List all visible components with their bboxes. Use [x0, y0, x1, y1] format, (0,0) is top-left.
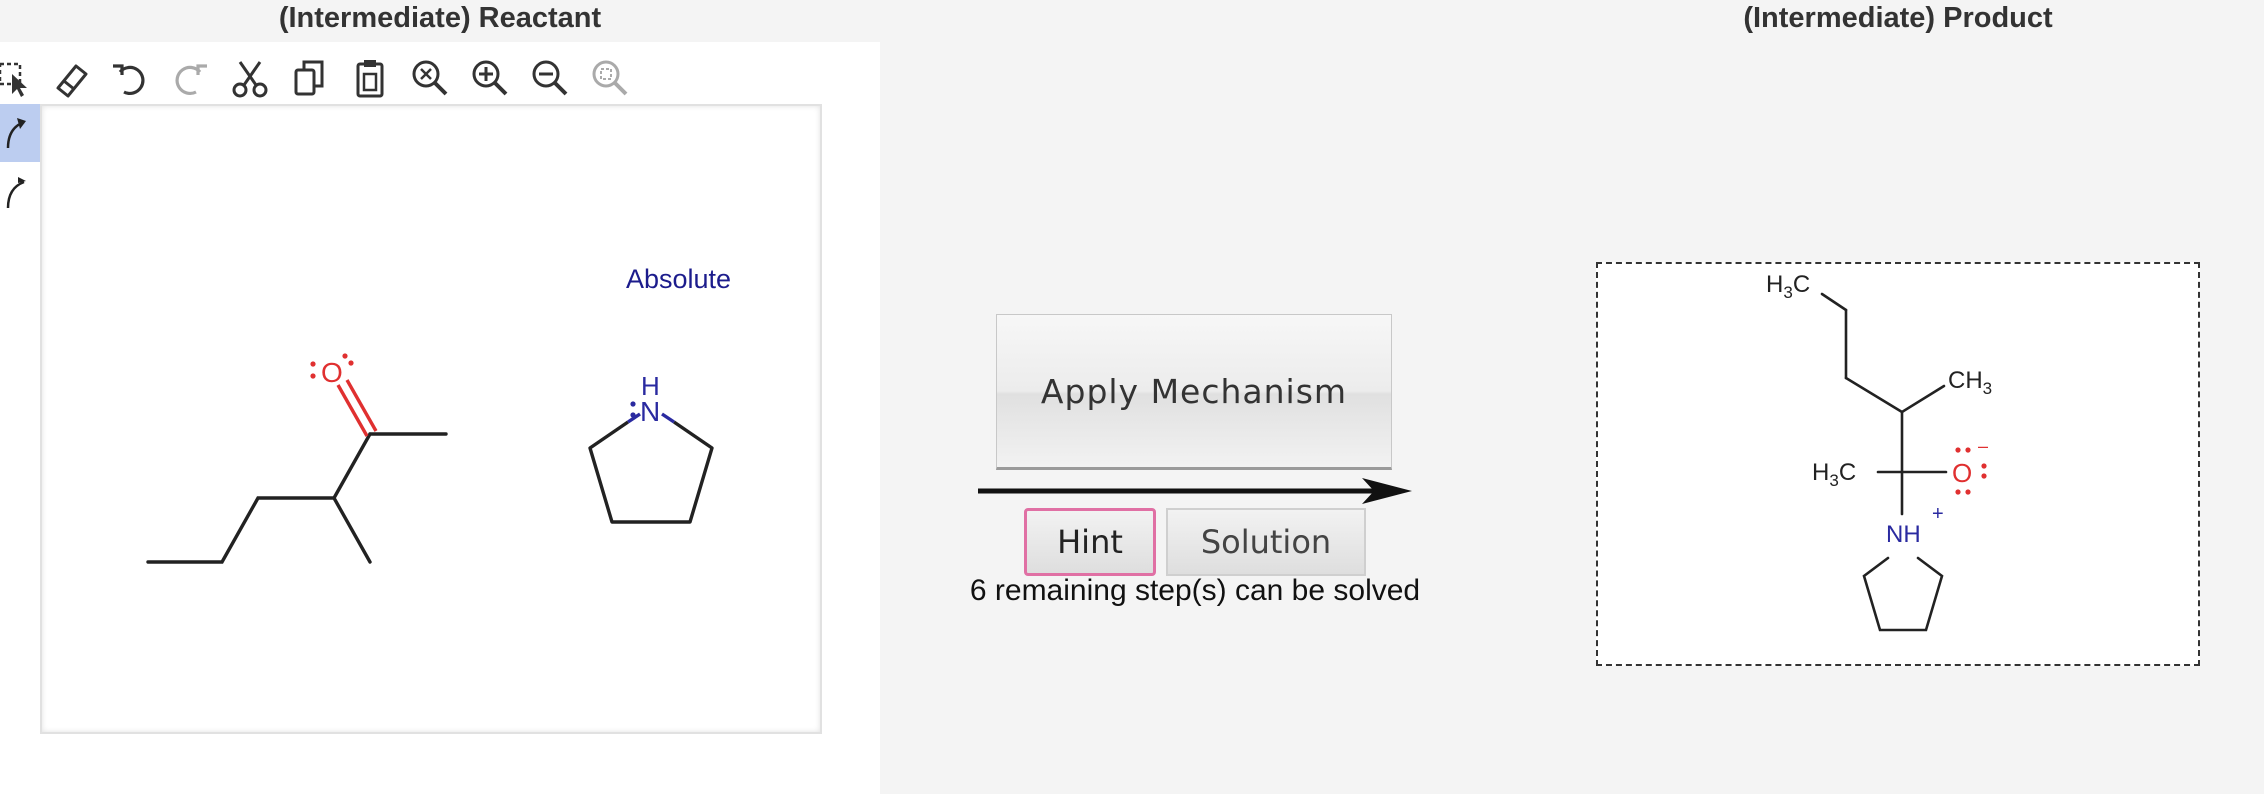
curved-arrow-single-electron-tool[interactable]	[0, 164, 40, 222]
product-nh-label: NH	[1886, 521, 1921, 548]
copy-icon[interactable]	[284, 52, 336, 104]
reaction-arrow	[978, 478, 1412, 504]
hint-button[interactable]: Hint	[1024, 508, 1156, 576]
paste-icon[interactable]	[344, 52, 396, 104]
product-oxygen-charge: –	[1978, 436, 1988, 456]
product-oxygen-label: O	[1952, 458, 1972, 488]
product-nh-charge: +	[1932, 503, 1944, 525]
product-branch-methyl-label: CH3	[1948, 367, 1992, 398]
curved-arrow-single-electron-icon	[6, 177, 26, 209]
apply-mechanism-button[interactable]: Apply Mechanism	[996, 314, 1392, 470]
reactant-canvas[interactable]	[40, 104, 822, 734]
zoom-fit-icon[interactable]	[584, 52, 636, 104]
undo-icon[interactable]	[104, 52, 156, 104]
zoom-in-icon[interactable]	[464, 52, 516, 104]
product-structure-box: H3C CH3 H3C O – NH +	[1596, 262, 2200, 666]
eraser-icon[interactable]	[44, 52, 96, 104]
redo-icon[interactable]	[164, 52, 216, 104]
solution-button[interactable]: Solution	[1166, 508, 1366, 576]
zoom-reset-icon[interactable]	[404, 52, 456, 104]
remaining-steps-text: 6 remaining step(s) can be solved	[969, 574, 1421, 607]
zoom-out-icon[interactable]	[524, 52, 576, 104]
product-left-methyl-label: H3C	[1812, 459, 1856, 490]
cut-icon[interactable]	[224, 52, 276, 104]
select-icon[interactable]	[0, 52, 46, 104]
product-top-methyl-label: H3C	[1766, 271, 1810, 302]
curved-arrow-electron-pair-icon	[6, 118, 26, 149]
reactant-heading: (Intermediate) Reactant	[278, 2, 602, 34]
product-heading: (Intermediate) Product	[1743, 2, 2053, 34]
stereo-absolute-label: Absolute	[626, 264, 732, 294]
curved-arrow-electron-pair-tool[interactable]	[0, 104, 40, 162]
product-structure: H3C CH3 H3C O – NH +	[1766, 271, 1992, 632]
